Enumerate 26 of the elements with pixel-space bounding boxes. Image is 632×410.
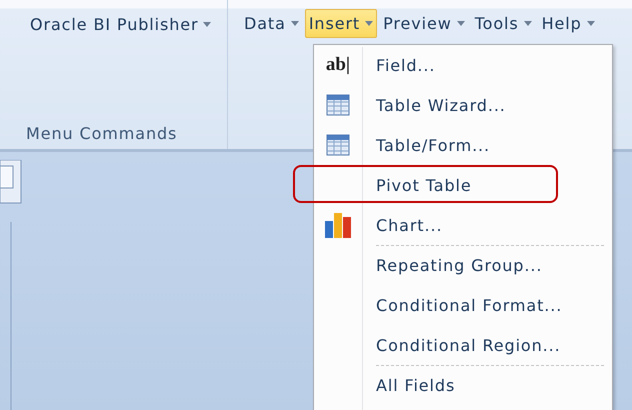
menu-item[interactable]: ab| Field... <box>314 45 612 85</box>
group-label: Menu Commands <box>26 124 178 143</box>
menu-item[interactable]: Pivot Table <box>314 165 612 205</box>
menu-item[interactable]: Table/Form... <box>314 125 612 165</box>
menu-tab[interactable]: Tools <box>470 9 536 38</box>
table-grid-icon <box>326 94 350 116</box>
menu-item[interactable]: All Fields <box>314 365 612 405</box>
menu-item[interactable]: Repeating Group... <box>314 245 612 285</box>
caret-icon <box>586 21 595 26</box>
caret-icon <box>290 21 299 26</box>
menu-tab[interactable]: Insert <box>304 9 378 38</box>
menu-tab[interactable]: Preview <box>379 9 469 38</box>
menu-item[interactable]: Conditional Format... <box>314 285 612 325</box>
text-field-icon: ab| <box>326 54 350 76</box>
caret-icon <box>203 22 212 27</box>
menu-tab[interactable]: Help <box>538 9 599 38</box>
menu-tab[interactable]: Oracle BI Publisher <box>26 10 216 39</box>
menu-item[interactable]: Table Wizard... <box>314 85 612 125</box>
caret-icon <box>456 21 465 26</box>
caret-icon <box>524 21 532 26</box>
menu-tab[interactable]: Data <box>240 9 303 38</box>
bar-chart-icon <box>324 211 352 239</box>
table-grid-icon <box>326 134 350 156</box>
menu-item[interactable]: Conditional Region... <box>314 325 612 365</box>
caret-icon <box>365 21 374 26</box>
menu-item[interactable]: Chart... <box>314 205 612 245</box>
